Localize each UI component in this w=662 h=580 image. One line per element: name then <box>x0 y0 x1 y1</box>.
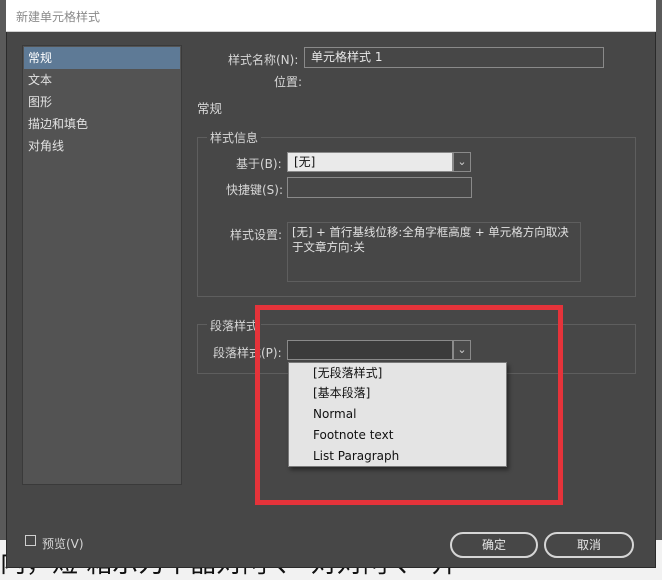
based-on-select[interactable]: [无] <box>287 152 453 172</box>
style-settings-text: [无] + 首行基线位移:全角字框高度 + 单元格方向取决于文章方向:关 <box>287 222 581 282</box>
style-name-input[interactable]: 单元格样式 1 <box>304 47 604 68</box>
style-settings-label: 样式设置: <box>230 228 283 242</box>
chevron-down-icon[interactable]: ⌄ <box>453 152 471 172</box>
section-title-general: 常规 <box>197 101 223 116</box>
sidebar-item-graphic[interactable]: 图形 <box>24 91 180 113</box>
paragraph-style-title: 段落样式 <box>207 317 262 334</box>
dialog-title: 新建单元格样式 <box>16 10 101 24</box>
annotation-highlight-box <box>255 305 563 505</box>
shortcut-input[interactable] <box>287 177 472 198</box>
sidebar-item-diagonal[interactable]: 对角线 <box>24 135 180 157</box>
cancel-button[interactable]: 取消 <box>544 532 634 558</box>
ok-button[interactable]: 确定 <box>450 532 538 558</box>
background-panel-right <box>655 0 662 540</box>
preview-checkbox[interactable] <box>25 535 36 546</box>
style-info-title: 样式信息 <box>207 129 262 146</box>
shortcut-label: 快捷键(S): <box>226 183 284 197</box>
location-label: 位置: <box>274 75 303 89</box>
dialog-titlebar[interactable] <box>6 0 656 32</box>
preview-label: 预览(V) <box>42 537 84 551</box>
style-name-label: 样式名称(N): <box>228 53 299 67</box>
sidebar-item-text[interactable]: 文本 <box>24 69 180 91</box>
sidebar-item-stroke-fill[interactable]: 描边和填色 <box>24 113 180 135</box>
sidebar-item-general[interactable]: 常规 <box>24 47 180 69</box>
based-on-label: 基于(B): <box>236 157 282 171</box>
